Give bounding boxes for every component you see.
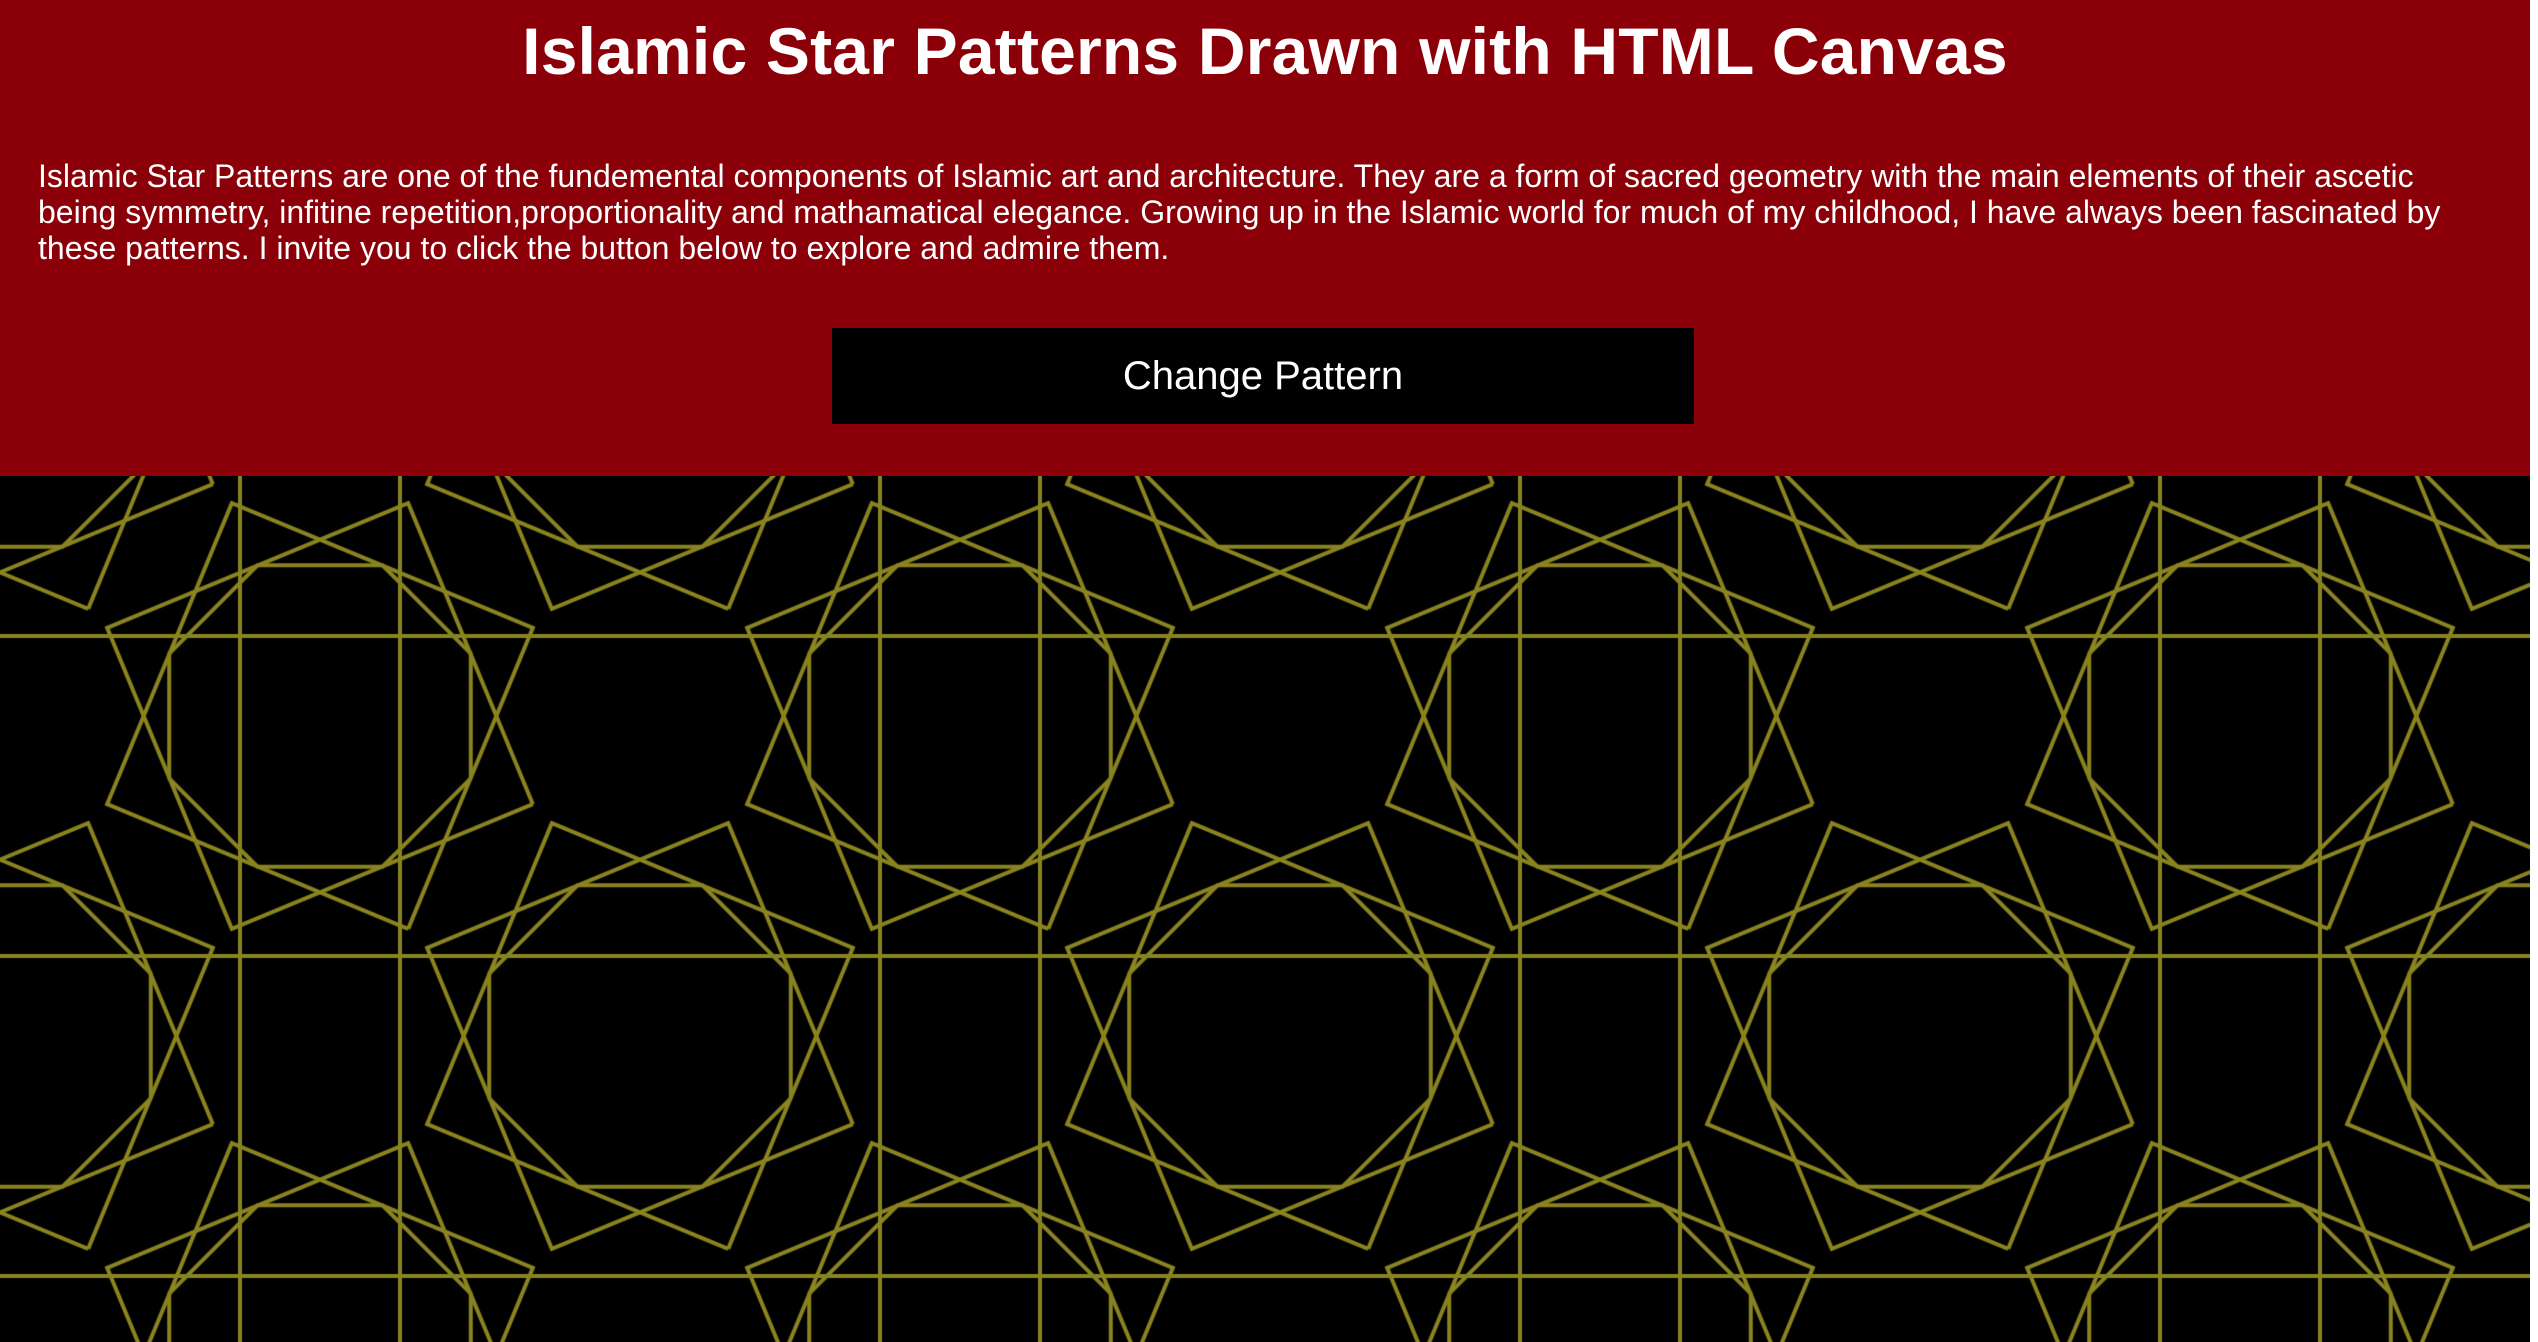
scrollbar-edge: [2530, 0, 2538, 1342]
header-panel: Islamic Star Patterns Drawn with HTML Ca…: [0, 0, 2530, 476]
pattern-canvas: [0, 476, 2530, 1342]
page-title: Islamic Star Patterns Drawn with HTML Ca…: [522, 14, 2008, 88]
change-pattern-button[interactable]: Change Pattern: [832, 328, 1694, 424]
intro-paragraph: Islamic Star Patterns are one of the fun…: [38, 158, 2441, 266]
pattern-canvas-container: [0, 476, 2530, 1342]
page: Islamic Star Patterns Drawn with HTML Ca…: [0, 0, 2538, 1342]
